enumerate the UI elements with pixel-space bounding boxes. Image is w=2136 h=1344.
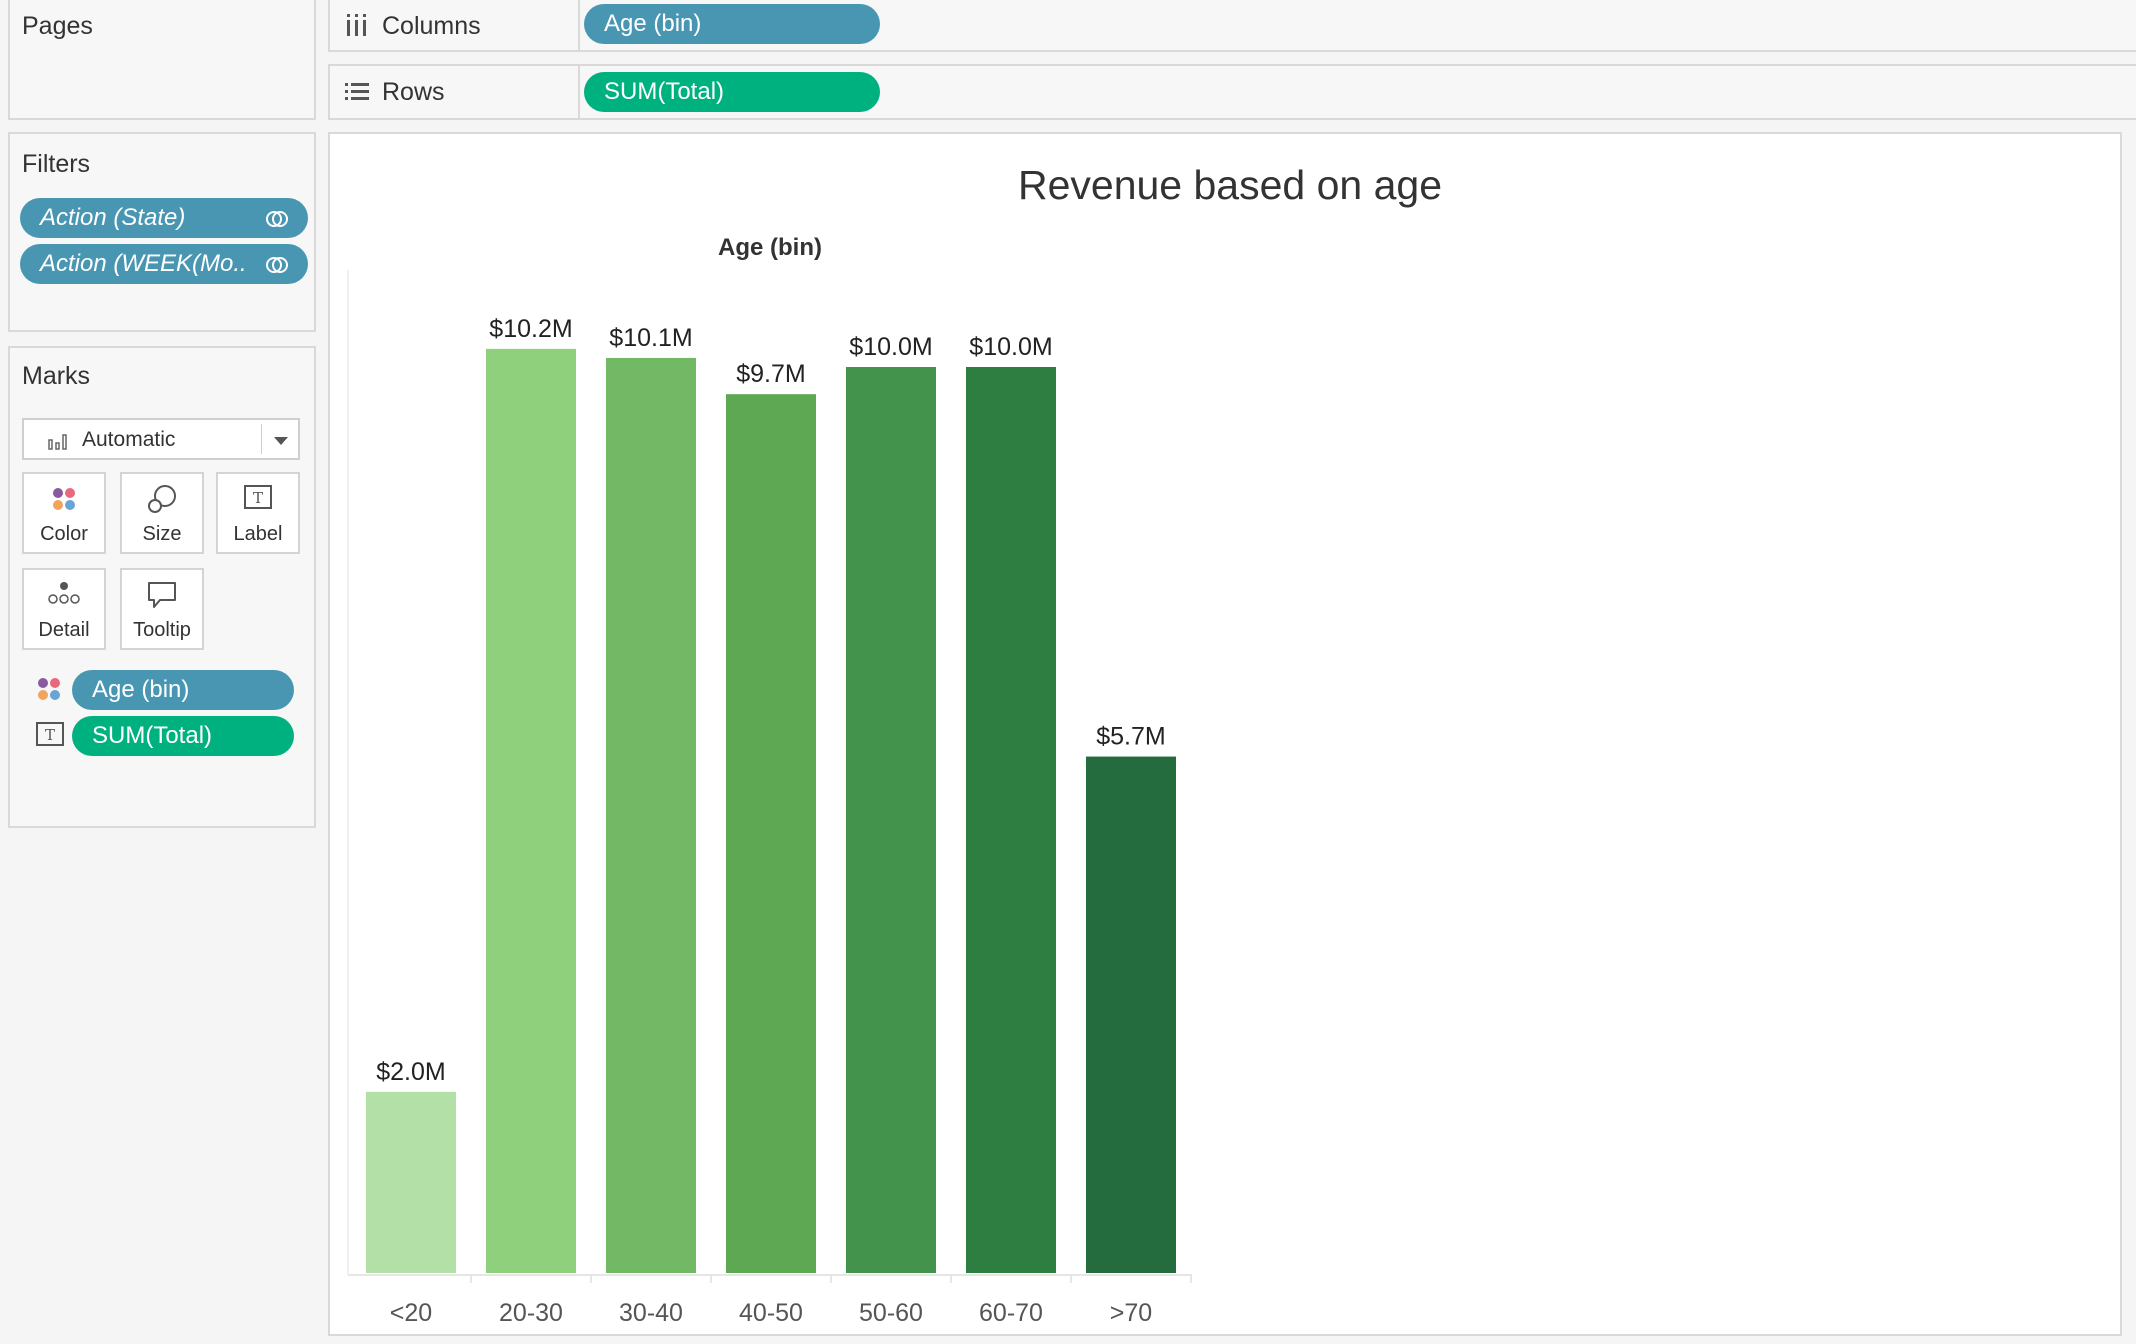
- label-button[interactable]: T Label: [216, 472, 300, 554]
- color-encoding-icon: [34, 674, 64, 709]
- bar-chart-icon: [48, 432, 70, 455]
- chart-canvas: Revenue based on age Age (bin) $2.0M <20 $…: [328, 132, 2122, 1336]
- dropdown-divider: [261, 424, 262, 454]
- columns-pill-label: Age (bin): [604, 10, 702, 37]
- columns-shelf[interactable]: Columns Age (bin): [328, 0, 2136, 52]
- rows-label: Rows: [382, 78, 445, 106]
- mark-type-label: Automatic: [82, 428, 176, 451]
- x-tick-label: 60-70: [979, 1299, 1043, 1327]
- label-icon: T: [218, 484, 298, 512]
- bar-30-40[interactable]: [606, 357, 696, 1273]
- svg-text:T: T: [253, 489, 263, 507]
- columns-pill-age-bin[interactable]: Age (bin): [584, 4, 880, 44]
- link-icon: [264, 251, 290, 284]
- svg-text:T: T: [45, 726, 55, 744]
- rows-shelf-header: Rows: [330, 66, 580, 118]
- size-label: Size: [142, 523, 182, 545]
- pages-title: Pages: [22, 12, 93, 40]
- color-button[interactable]: Color: [22, 472, 106, 554]
- label-encoding-icon: T: [36, 722, 64, 753]
- columns-shelf-header: Columns: [330, 0, 580, 50]
- filter-pill-action-state[interactable]: Action (State): [20, 198, 308, 238]
- bar-50-60[interactable]: [846, 367, 936, 1273]
- marks-field-label: SUM(Total): [92, 722, 213, 749]
- label-label: Label: [233, 523, 283, 545]
- tooltip-label: Tooltip: [133, 619, 191, 641]
- bar->70[interactable]: [1086, 756, 1176, 1273]
- detail-button[interactable]: Detail: [22, 568, 106, 650]
- size-icon: [122, 484, 202, 516]
- data-label: $2.0M: [376, 1058, 445, 1086]
- x-tick-label: >70: [1110, 1299, 1152, 1327]
- filters-title: Filters: [22, 150, 91, 178]
- rows-pill-label: SUM(Total): [604, 78, 725, 105]
- rows-pill-sum-total[interactable]: SUM(Total): [584, 72, 880, 112]
- rows-icon: [344, 80, 370, 109]
- chevron-down-icon[interactable]: [272, 434, 290, 452]
- data-label: $10.0M: [969, 333, 1052, 361]
- rows-shelf[interactable]: Rows SUM(Total): [328, 64, 2136, 120]
- filter-pill-label: Action (State): [40, 204, 186, 231]
- x-tick-label: 20-30: [499, 1299, 563, 1327]
- color-icon: [24, 484, 104, 514]
- bar-chart: $2.0M <20 $10.2M 20-30 $10.1M 30-40 $9.7M 40-50…: [347, 270, 1192, 1327]
- x-tick-label: 40-50: [739, 1299, 803, 1327]
- columns-icon: [344, 12, 370, 43]
- marks-field-label: Age (bin): [92, 676, 190, 703]
- data-label: $5.7M: [1096, 723, 1165, 751]
- bar-40-50[interactable]: [726, 394, 816, 1273]
- pages-panel: Pages: [8, 0, 316, 120]
- data-label: $10.0M: [849, 333, 932, 361]
- data-label: $10.2M: [489, 315, 572, 343]
- bar-20-30[interactable]: [486, 348, 576, 1273]
- data-label: $10.1M: [609, 324, 692, 352]
- data-label: $9.7M: [736, 360, 805, 388]
- detail-label: Detail: [38, 619, 90, 641]
- bar-<20[interactable]: [366, 1091, 456, 1273]
- marks-title: Marks: [22, 362, 91, 390]
- size-button[interactable]: Size: [120, 472, 204, 554]
- marks-field-age-bin[interactable]: Age (bin): [72, 670, 294, 710]
- columns-label: Columns: [382, 12, 481, 40]
- tooltip-icon: [122, 580, 202, 610]
- x-tick-label: 50-60: [859, 1299, 923, 1327]
- filters-panel: Filters Action (State) Action (WEEK(Mo..: [8, 132, 316, 332]
- link-icon: [264, 205, 290, 238]
- color-label: Color: [40, 523, 88, 545]
- filter-pill-action-week[interactable]: Action (WEEK(Mo..: [20, 244, 308, 284]
- x-tick-label: 30-40: [619, 1299, 683, 1327]
- mark-type-dropdown[interactable]: Automatic: [22, 418, 300, 460]
- filter-pill-label: Action (WEEK(Mo..: [40, 250, 247, 277]
- marks-field-sum-total[interactable]: SUM(Total): [72, 716, 294, 756]
- bar-60-70[interactable]: [966, 367, 1056, 1273]
- tooltip-button[interactable]: Tooltip: [120, 568, 204, 650]
- detail-icon: [24, 580, 104, 606]
- x-tick-label: <20: [390, 1299, 432, 1327]
